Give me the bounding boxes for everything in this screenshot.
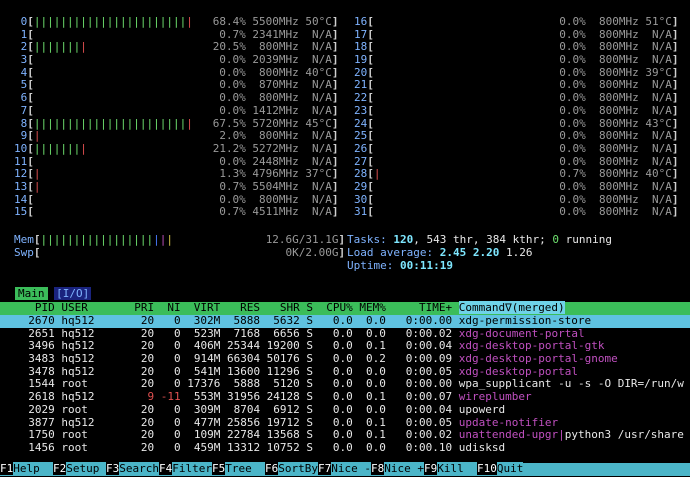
swap-meter: Swp[ 0K/2.00G] — [14, 246, 346, 259]
cpu-meters-right: 16[ 0.0% 800MHz 51°C] 17[ 0.0% 800MHz N/A… — [354, 15, 679, 219]
fkey-label[interactable]: Tree — [225, 462, 265, 475]
fkey-label[interactable]: Quit — [496, 462, 524, 475]
fkey-f5[interactable]: F5 — [212, 462, 226, 475]
fkey-f3[interactable]: F3 — [106, 462, 120, 475]
cpu-meter-31: 31[ 0.0% 800MHz N/A] — [354, 205, 679, 219]
fkey-label[interactable]: Nice + — [384, 462, 424, 475]
fkey-f2[interactable]: F2 — [53, 462, 67, 475]
fkey-label[interactable]: Help — [13, 462, 53, 475]
fkey-label[interactable]: Filter — [172, 462, 212, 475]
cpu-meter-15: 15[ 0.7% 4511MHz N/A] — [14, 205, 339, 219]
cpu-meters-left: 0[|||||||||||||||||||||||| 68.4% 5500MHz… — [14, 15, 339, 219]
fkey-f6[interactable]: F6 — [265, 462, 279, 475]
process-list: 2670 hq512 20 0 302M 5888 5632 S 0.0 0.0… — [0, 314, 690, 455]
mem-meter: Mem[|||||||||||||||||||| 12.6G/31.1G] — [14, 233, 346, 246]
fkey-f8[interactable]: F8 — [371, 462, 385, 475]
fkey-f4[interactable]: F4 — [159, 462, 173, 475]
fkey-label[interactable]: SortBy — [278, 462, 318, 475]
function-key-bar: F1Help F2Setup F3SearchF4FilterF5Tree F6… — [0, 462, 690, 476]
load-average: Load average: 2.45 2.20 1.26 — [347, 246, 533, 259]
fkey-label[interactable]: Setup — [66, 462, 106, 475]
sort-column-command[interactable]: Command∇(merged) — [458, 301, 565, 314]
tasks-info: Tasks: 120, 543 thr, 384 kthr; 0 running — [347, 233, 612, 246]
uptime: Uptime: 00:11:19 — [347, 259, 453, 272]
fkey-label[interactable]: Nice - — [331, 462, 371, 475]
fkey-f10[interactable]: F10 — [477, 462, 497, 475]
fkey-f7[interactable]: F7 — [318, 462, 332, 475]
tab-main[interactable]: Main — [15, 287, 48, 300]
fkey-f9[interactable]: F9 — [424, 462, 438, 475]
tab-io[interactable]: [I/O] — [54, 287, 92, 300]
fkey-label[interactable]: Search — [119, 462, 159, 475]
fkey-label[interactable]: Kill — [437, 462, 477, 475]
table-row[interactable]: 1456 root 20 0 459M 13312 10752 S 0.0 0.… — [0, 441, 690, 455]
fkey-f1[interactable]: F1 — [0, 462, 14, 475]
tab-bar: Main [I/O] — [15, 287, 92, 301]
